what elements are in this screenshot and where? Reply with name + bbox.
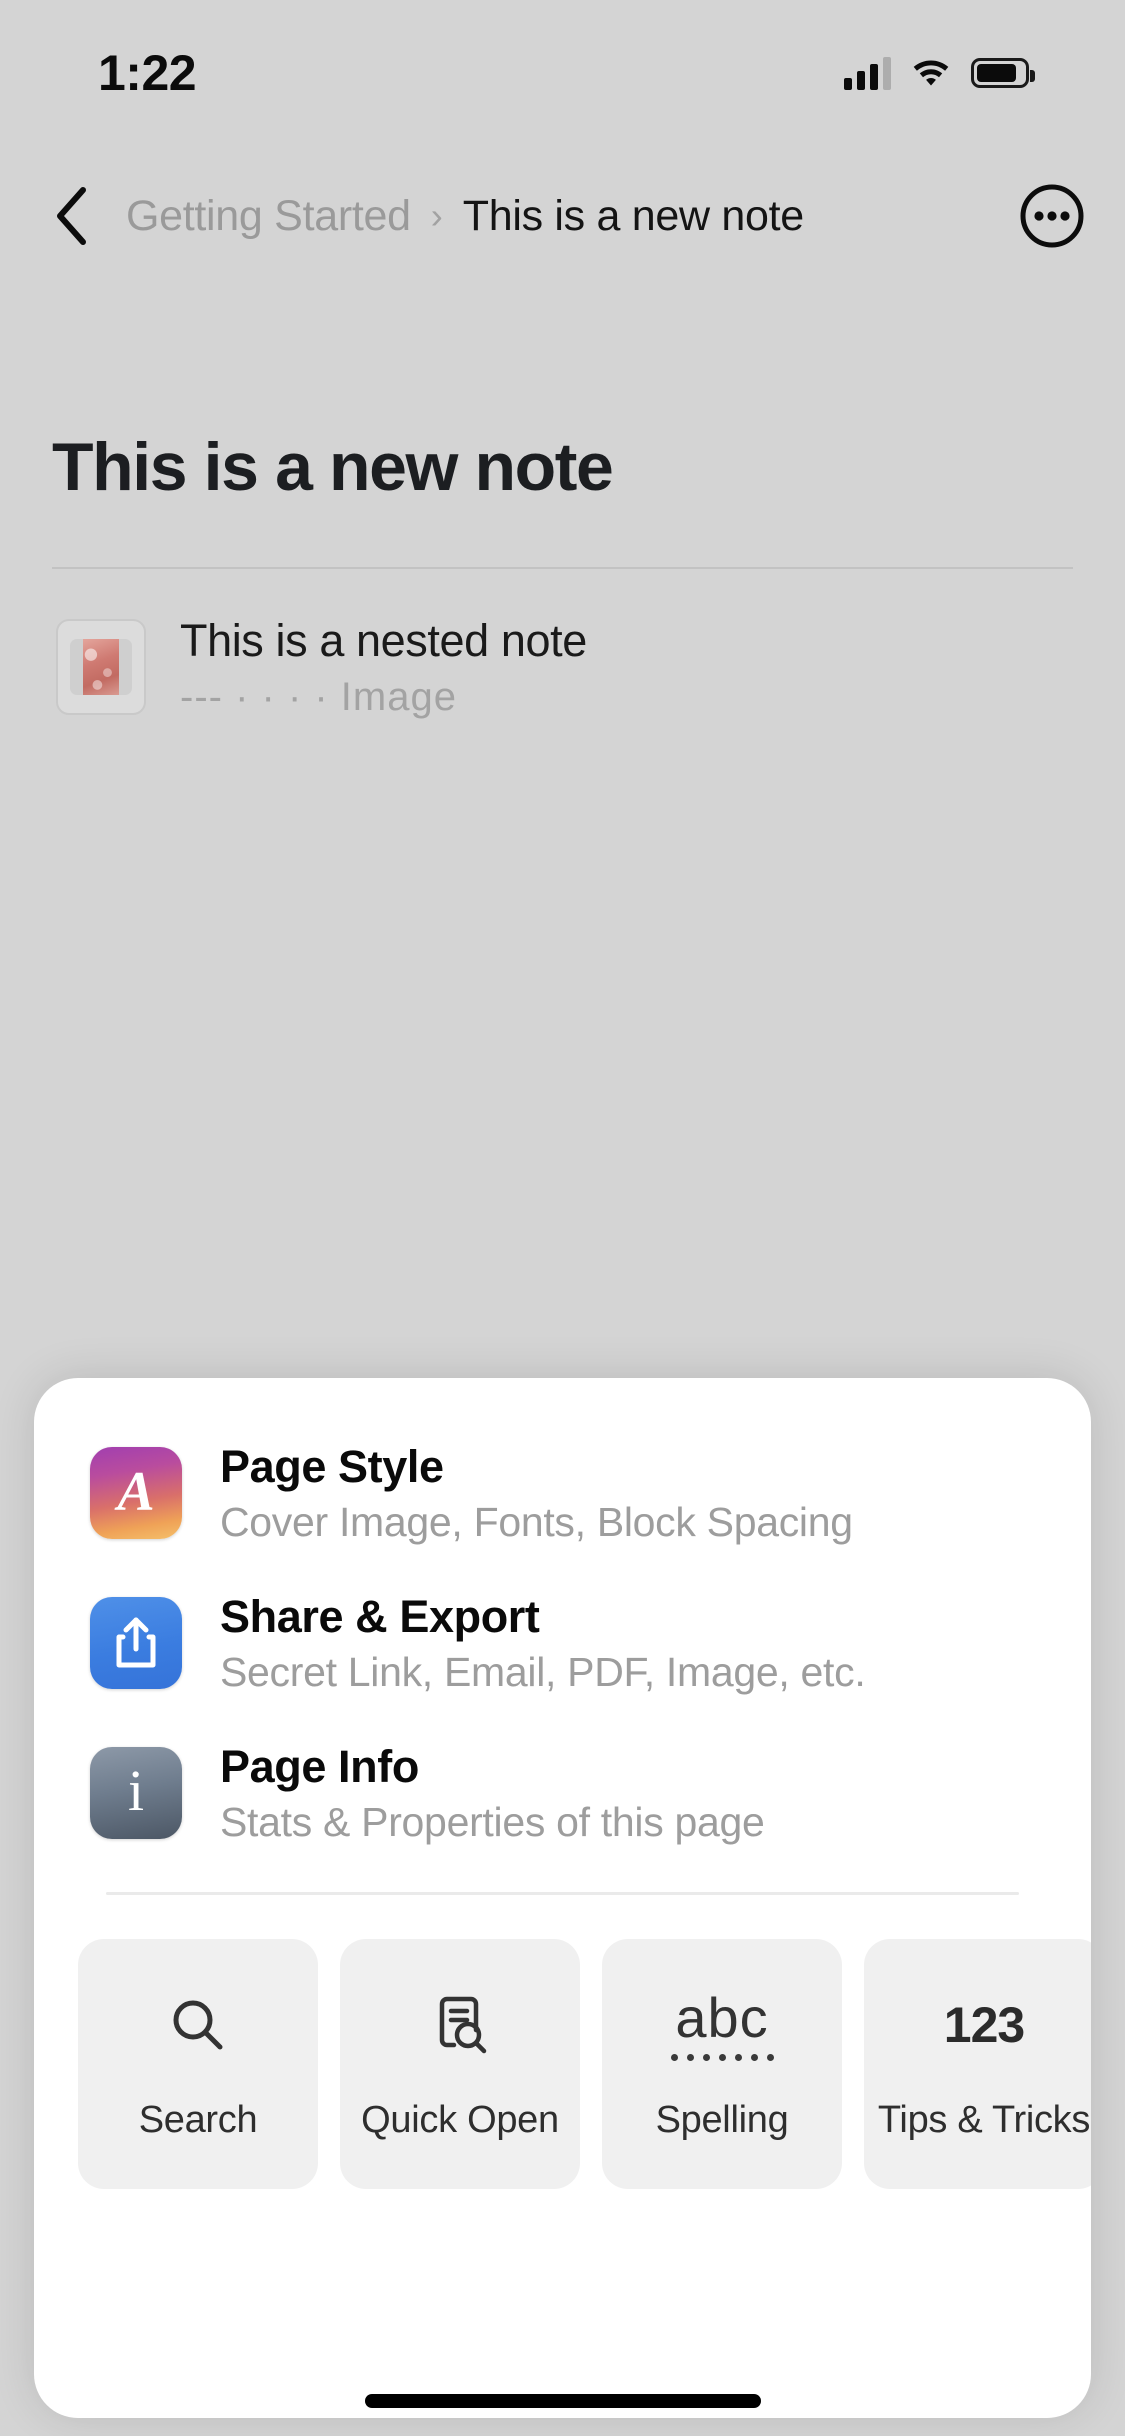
breadcrumb-current[interactable]: This is a new note <box>463 192 804 241</box>
status-bar: 1:22 <box>0 0 1125 132</box>
breadcrumb-parent[interactable]: Getting Started <box>126 192 411 241</box>
navigation-bar: Getting Started › This is a new note <box>0 172 1125 260</box>
menu-item-title: Share & Export <box>220 1590 540 1642</box>
menu-item-title: Page Info <box>220 1740 419 1792</box>
menu-item-subtitle: Secret Link, Email, PDF, Image, etc. <box>220 1648 866 1695</box>
menu-item-text: Page Style Cover Image, Fonts, Block Spa… <box>220 1441 853 1546</box>
nested-note-subtitle: --- · · · · Image <box>180 674 457 719</box>
tile-search[interactable]: Search <box>78 1939 318 2189</box>
home-indicator-bar[interactable] <box>364 2394 761 2408</box>
nested-note-text: This is a nested note --- · · · · Image <box>180 615 587 720</box>
title-divider <box>52 566 1073 569</box>
action-bottom-sheet: A Page Style Cover Image, Fonts, Block S… <box>34 1378 1091 2418</box>
nested-note-title: This is a nested note <box>180 614 587 666</box>
menu-item-text: Page Info Stats & Properties of this pag… <box>220 1741 765 1846</box>
more-options-button[interactable] <box>1019 183 1085 249</box>
status-icons <box>844 55 1035 92</box>
abc-glyph-wrap: abc <box>670 1985 774 2061</box>
sheet-menu-list: A Page Style Cover Image, Fonts, Block S… <box>34 1378 1091 1868</box>
tile-tips-tricks[interactable]: 123 Tips & Tricks <box>864 1939 1091 2189</box>
more-ellipsis-circle-icon <box>1020 184 1084 248</box>
search-icon <box>166 1985 230 2065</box>
page-info-icon: i <box>90 1747 182 1839</box>
letter-i-glyph: i <box>127 1758 145 1823</box>
nested-note-row[interactable]: This is a nested note --- · · · · Image <box>52 615 1073 720</box>
menu-item-page-style[interactable]: A Page Style Cover Image, Fonts, Block S… <box>34 1418 1091 1568</box>
breadcrumb: Getting Started › This is a new note <box>126 192 1019 241</box>
numbers-glyph: 123 <box>943 1997 1025 2054</box>
document-body: This is a new note This is a nested note… <box>0 430 1125 720</box>
thumbnail-image <box>83 639 119 696</box>
page-title[interactable]: This is a new note <box>52 430 1073 505</box>
back-button[interactable] <box>52 185 110 247</box>
tile-label: Spelling <box>655 2099 789 2142</box>
tips-tricks-icon: 123 <box>943 1985 1025 2065</box>
tile-label: Quick Open <box>361 2099 559 2142</box>
share-export-icon <box>90 1597 182 1689</box>
image-thumbnail <box>56 619 146 716</box>
menu-item-subtitle: Cover Image, Fonts, Block Spacing <box>220 1498 853 1545</box>
tile-label: Tips & Tricks <box>877 2099 1091 2142</box>
letter-a-glyph: A <box>117 1461 155 1523</box>
menu-item-title: Page Style <box>220 1440 444 1492</box>
tile-quick-open[interactable]: Quick Open <box>340 1939 580 2189</box>
share-arrow-icon <box>116 1617 156 1668</box>
menu-item-subtitle: Stats & Properties of this page <box>220 1798 765 1845</box>
chevron-left-icon <box>57 187 86 245</box>
battery-icon <box>971 58 1035 88</box>
menu-item-share-export[interactable]: Share & Export Secret Link, Email, PDF, … <box>34 1568 1091 1718</box>
quick-open-icon <box>428 1985 492 2065</box>
cellular-signal-icon <box>844 56 891 90</box>
wifi-icon <box>911 55 951 92</box>
menu-item-page-info[interactable]: i Page Info Stats & Properties of this p… <box>34 1718 1091 1868</box>
page-style-icon: A <box>90 1447 182 1539</box>
spelling-abc-icon: abc <box>670 1985 774 2065</box>
breadcrumb-separator-icon: › <box>430 195 443 236</box>
menu-item-text: Share & Export Secret Link, Email, PDF, … <box>220 1590 866 1696</box>
tile-label: Search <box>138 2099 258 2142</box>
tile-spelling[interactable]: abc Spelling <box>602 1939 842 2189</box>
quick-action-tiles[interactable]: Search Quick Open abc Spelling 123 Tips … <box>34 1895 1091 2189</box>
abc-glyph: abc <box>675 1985 769 2049</box>
spelling-dotted-underline <box>670 2053 774 2061</box>
thumbnail-frame <box>70 639 132 696</box>
status-time: 1:22 <box>98 45 197 101</box>
